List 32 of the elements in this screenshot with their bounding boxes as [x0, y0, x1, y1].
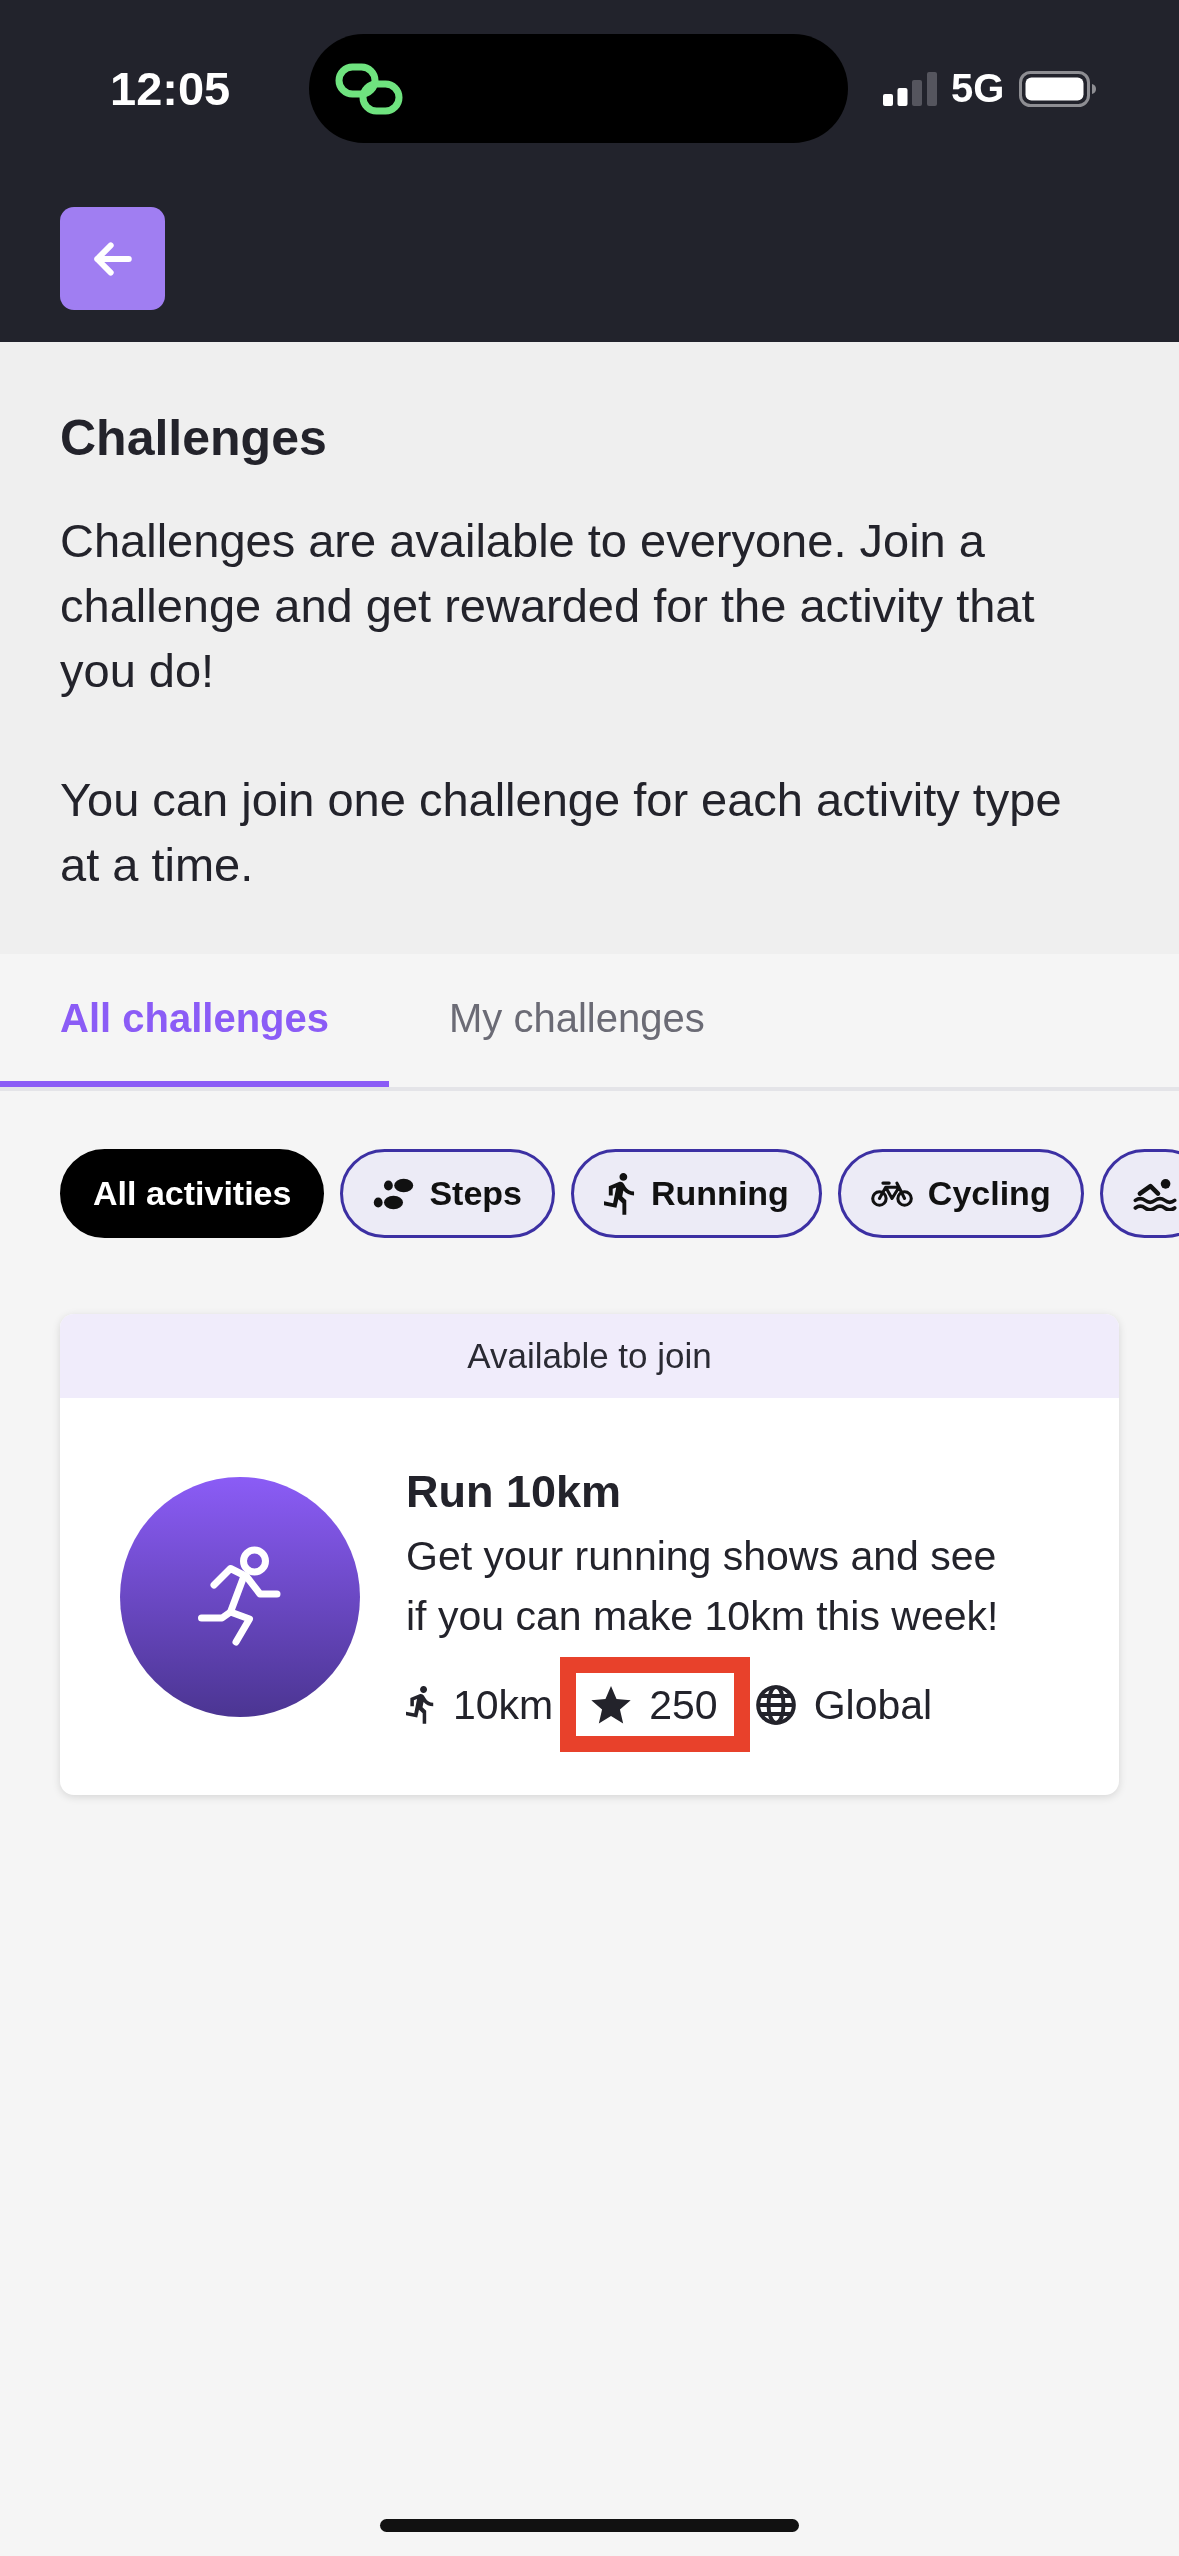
intro-paragraph: You can join one challenge for each activity type at a time.: [60, 772, 1063, 893]
challenge-card[interactable]: Available to join Run 10km Get your running shows and see if you can make 10km this week! 10km 250 Global: [60, 1314, 1119, 1795]
intro-paragraph: Challenges are available to everyone. Join a challenge and get rewarded for the activity that you do!: [60, 513, 1036, 699]
footprints-icon: [373, 1176, 415, 1211]
status-banner: Available to join: [60, 1314, 1119, 1398]
filter-chip[interactable]: Cycling: [837, 1149, 1084, 1238]
filter-chip[interactable]: [1099, 1149, 1179, 1238]
signal-bars-icon: [883, 71, 937, 106]
filter-chip[interactable]: Running: [571, 1149, 822, 1238]
page-title: Challenges: [60, 409, 328, 468]
runner-badge-icon: [120, 1476, 360, 1717]
status-time: 12:05: [110, 61, 232, 116]
stat-value: 10km: [453, 1681, 554, 1729]
back-button[interactable]: [60, 207, 165, 310]
globe-icon: [755, 1685, 796, 1725]
filter-chip[interactable]: All activities: [60, 1149, 325, 1238]
network-label: 5G: [951, 66, 1005, 111]
linked-rings-icon: [335, 62, 403, 115]
challenge-description: Get your running shows and see if you can make 10km this week!: [406, 1532, 1000, 1641]
swimmer-icon: [1132, 1176, 1177, 1211]
tab[interactable]: All challenges: [0, 954, 389, 1087]
filter-chip[interactable]: Steps: [340, 1149, 555, 1238]
back-arrow-icon: [93, 241, 132, 276]
runner-icon: [406, 1685, 435, 1725]
stat-value: Global: [813, 1681, 933, 1729]
challenge-title: Run 10km: [406, 1465, 623, 1519]
bicycle-icon: [870, 1180, 913, 1207]
stat-value: 250: [649, 1681, 718, 1729]
runner-icon: [604, 1171, 636, 1216]
star-icon: [591, 1686, 632, 1724]
tab[interactable]: My challenges: [389, 954, 765, 1087]
battery-icon: [1019, 70, 1098, 107]
